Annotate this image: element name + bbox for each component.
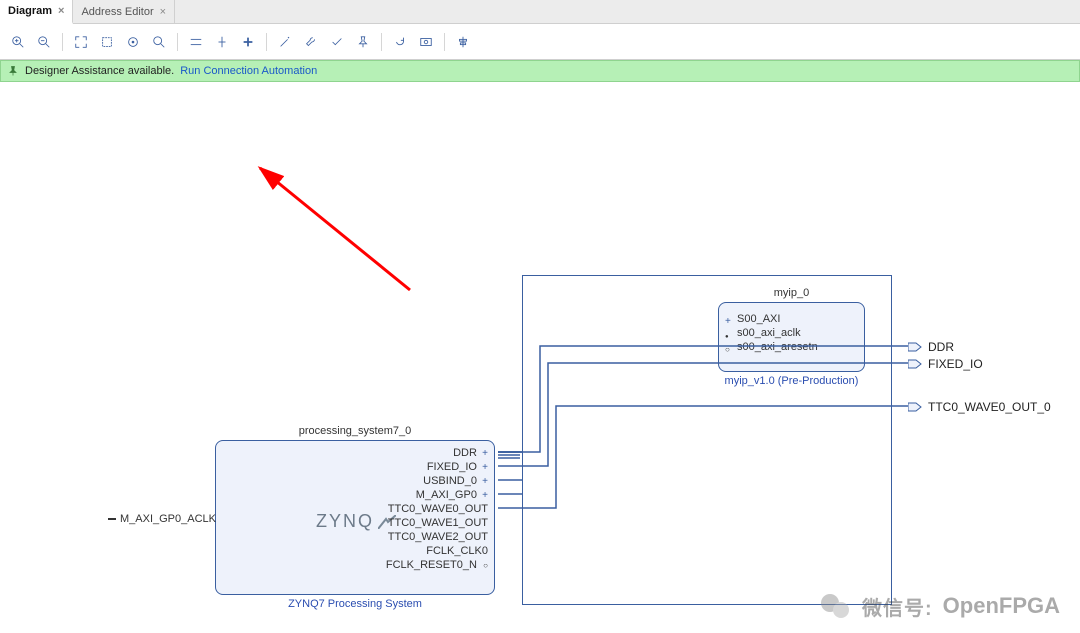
watermark-label: 微信号: [862,592,933,621]
block-subtitle: myip_v1.0 (Pre-Production) [719,375,864,387]
ext-port-label: TTC0_WAVE0_OUT_0 [928,400,1051,414]
banner-message: Designer Assistance available. [25,65,174,77]
vcenter-icon[interactable] [210,30,234,54]
refresh-icon[interactable] [388,30,412,54]
tab-diagram[interactable]: Diagram × [0,0,73,24]
check-icon[interactable] [325,30,349,54]
block-subtitle: ZYNQ7 Processing System [216,598,494,610]
port-fixed-io[interactable]: FIXED_IO [427,461,488,473]
add-icon[interactable] [236,30,260,54]
pin-icon[interactable] [351,30,375,54]
tab-address-editor[interactable]: Address Editor × [73,0,175,24]
ext-port-label: FIXED_IO [928,357,983,371]
port-usbind0[interactable]: USBIND_0 [423,475,488,487]
screenshot-icon[interactable] [414,30,438,54]
wrench-icon[interactable] [299,30,323,54]
tab-label: Address Editor [81,6,153,18]
block-myip[interactable]: myip_0 myip_v1.0 (Pre-Production) S00_AX… [718,302,865,372]
port-ttc0-0[interactable]: TTC0_WAVE0_OUT [388,503,488,515]
hsplit-icon[interactable] [184,30,208,54]
toolbar [0,24,1080,60]
close-icon[interactable]: × [160,6,166,18]
toolbar-separator [62,33,63,51]
port-ttc0-1[interactable]: TTC0_WAVE1_OUT [388,517,488,529]
toolbar-separator [177,33,178,51]
close-icon[interactable]: × [58,5,64,17]
tabbar: Diagram × Address Editor × [0,0,1080,24]
port-s00-axi[interactable]: S00_AXI [725,313,780,325]
ext-port-fixed-io[interactable]: FIXED_IO [908,357,983,371]
align-icon[interactable] [451,30,475,54]
run-connection-automation-link[interactable]: Run Connection Automation [180,65,317,77]
search-icon[interactable] [147,30,171,54]
port-ttc0-2[interactable]: TTC0_WAVE2_OUT [388,531,488,543]
expand-icon[interactable] [95,30,119,54]
fit-icon[interactable] [69,30,93,54]
ext-port-ddr[interactable]: DDR [908,340,954,354]
assistance-banner: Designer Assistance available. Run Conne… [0,60,1080,82]
block-title: myip_0 [719,287,864,299]
toolbar-separator [266,33,267,51]
target-icon[interactable] [121,30,145,54]
pin-icon [7,65,19,77]
port-m-axi-gp0[interactable]: M_AXI_GP0 [416,489,488,501]
toolbar-separator [444,33,445,51]
zoom-in-icon[interactable] [6,30,30,54]
watermark: 微信号: OpenFPGA [818,589,1060,623]
port-fclk-clk0[interactable]: FCLK_CLK0 [426,545,488,557]
port-s00-aclk[interactable]: s00_axi_aclk [725,327,801,339]
watermark-brand: OpenFPGA [943,593,1060,619]
ext-port-ttc0[interactable]: TTC0_WAVE0_OUT_0 [908,400,1051,414]
port-s00-aresetn[interactable]: s00_axi_aresetn [725,341,818,353]
tab-label: Diagram [8,5,52,17]
block-ps7[interactable]: processing_system7_0 ZYNQ7 Processing Sy… [215,440,495,595]
zoom-out-icon[interactable] [32,30,56,54]
block-title: processing_system7_0 [216,425,494,437]
toolbar-separator [381,33,382,51]
zynq-brand: ZYNQ [316,511,396,532]
ext-port-label: DDR [928,340,954,354]
port-m-axi-gp0-aclk[interactable]: M_AXI_GP0_ACLK [108,513,216,525]
port-ddr[interactable]: DDR [453,447,488,459]
annotation-arrow [230,160,430,300]
port-fclk-reset[interactable]: FCLK_RESET0_N [386,559,488,571]
wand-icon[interactable] [273,30,297,54]
diagram-canvas[interactable]: DDR FIXED_IO TTC0_WAVE0_OUT_0 myip_0 myi… [0,82,1080,633]
